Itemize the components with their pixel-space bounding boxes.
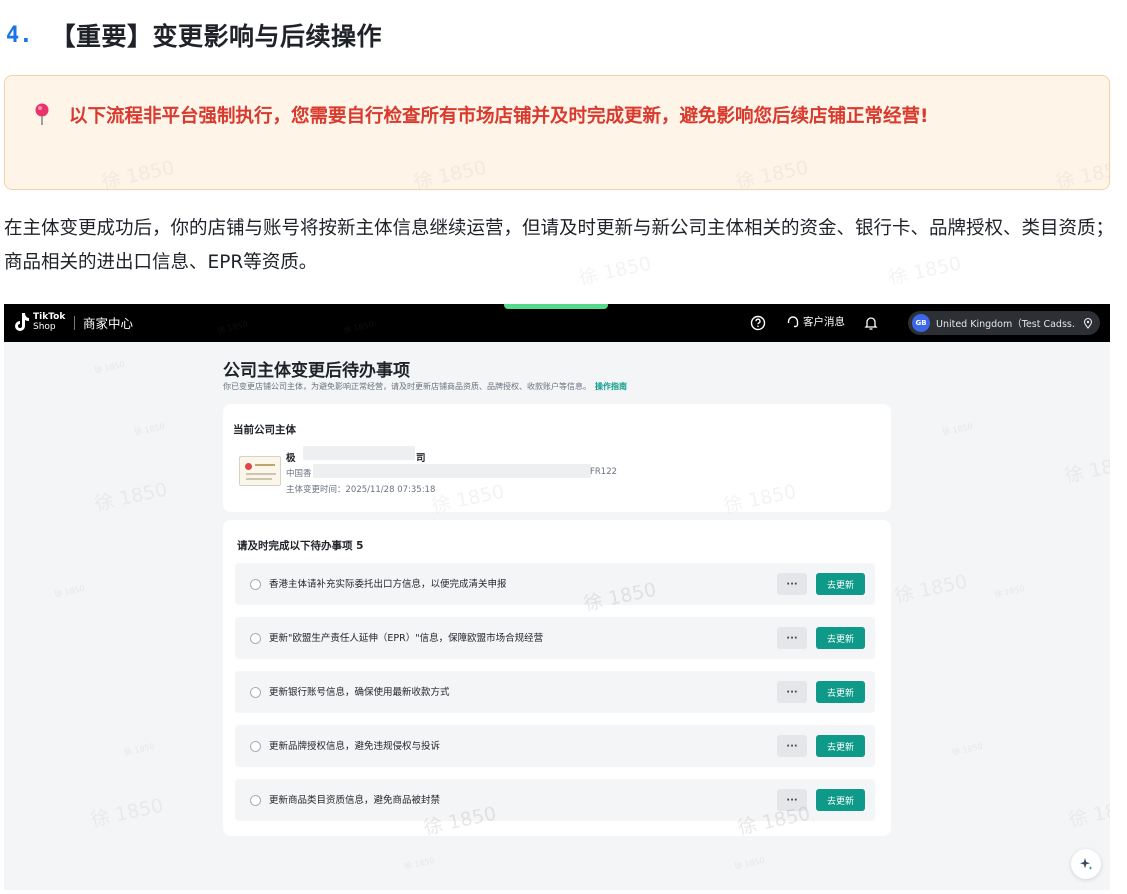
seal-icon — [245, 463, 252, 470]
location-icon — [1083, 317, 1093, 329]
company-name-start: 极 — [286, 453, 296, 464]
watermark: 徐 1850 — [892, 570, 970, 608]
help-icon[interactable] — [749, 314, 767, 332]
watermark: 徐 1850 — [721, 480, 799, 518]
headset-icon — [787, 315, 799, 327]
top-bar-divider — [74, 316, 75, 330]
active-indicator — [504, 304, 608, 309]
todo-card: 请及时完成以下待办事项 5 香港主体请补充实际委托出口方信息，以便完成清关申报 … — [223, 520, 891, 839]
more-button[interactable]: ··· — [777, 573, 807, 595]
todo-radio[interactable] — [250, 795, 261, 806]
logo-brand: TikTok — [33, 312, 66, 322]
more-button[interactable]: ··· — [777, 681, 807, 703]
watermark: 徐 1850 — [429, 480, 507, 518]
store-selector[interactable]: GB United Kingdom（Test Cadss... — [908, 311, 1100, 335]
todo-item: 更新品牌授权信息，避免违规侵权与投诉 ··· 去更新 — [235, 725, 875, 767]
page-title: 公司主体变更后待办事项 — [223, 361, 410, 381]
todo-radio[interactable] — [250, 687, 261, 698]
todo-item: 更新商品类目资质信息，避免商品被封禁 ··· 去更新 — [235, 779, 875, 821]
todo-item: 更新银行账号信息，确保使用最新收款方式 ··· 去更新 — [235, 671, 875, 713]
watermark: 徐 1850 — [941, 421, 974, 438]
bell-icon[interactable] — [862, 314, 880, 332]
section-heading: 4. 【重要】变更影响与后续操作 — [6, 18, 382, 52]
todo-text: 更新品牌授权信息，避免违规侵权与投诉 — [269, 741, 441, 752]
todo-heading: 请及时完成以下待办事项 5 — [237, 540, 364, 552]
todo-item: 香港主体请补充实际委托出口方信息，以便完成清关申报 ··· 去更新 — [235, 563, 875, 605]
watermark: 徐 1850 — [99, 156, 177, 190]
logo-sub: Shop — [33, 322, 56, 332]
avatar: GB — [912, 314, 930, 332]
watermark: 徐 1850 — [53, 583, 86, 600]
guide-link[interactable]: 操作指南 — [595, 382, 627, 391]
watermark: 徐 1850 — [1066, 794, 1110, 832]
warning-callout: 以下流程非平台强制执行，您需要自行检查所有市场店铺并及时完成更新，避免影响您后续… — [4, 75, 1110, 190]
todo-item: 更新"欧盟生产责任人延伸（EPR）"信息，保障欧盟市场合规经营 ··· 去更新 — [235, 617, 875, 659]
more-button[interactable]: ··· — [777, 627, 807, 649]
app-top-bar: TikTok Shop 商家中心 客户消息 GB United Kingdom（… — [4, 304, 1110, 342]
todo-radio[interactable] — [250, 741, 261, 752]
watermark: 徐 1850 — [733, 855, 766, 872]
watermark: 徐 1850 — [403, 855, 436, 872]
ai-assistant-button[interactable] — [1071, 849, 1101, 879]
registration-end: FR122 — [590, 467, 618, 477]
sparkle-icon — [1080, 858, 1093, 870]
more-button[interactable]: ··· — [777, 735, 807, 757]
watermark: 徐 1850 — [733, 156, 811, 190]
tiktok-shop-logo[interactable]: TikTok Shop — [12, 311, 65, 333]
nav-title: 商家中心 — [83, 316, 134, 331]
todo-radio[interactable] — [250, 579, 261, 590]
page-subtitle: 你已变更店铺公司主体，为避免影响正常经营，请及时更新店铺商品资质、品牌授权、收款… — [223, 381, 627, 392]
article-page: 4. 【重要】变更影响与后续操作 以下流程非平台强制执行，您需要自行检查所有市场… — [0, 0, 1127, 894]
tiktok-icon — [15, 313, 29, 331]
update-button[interactable]: 去更新 — [816, 789, 865, 811]
pin-icon — [35, 103, 49, 125]
more-button[interactable]: ··· — [777, 789, 807, 811]
todo-text: 更新"欧盟生产责任人延伸（EPR）"信息，保障欧盟市场合规经营 — [269, 633, 544, 644]
todo-text: 更新商品类目资质信息，避免商品被封禁 — [269, 795, 441, 806]
update-button[interactable]: 去更新 — [816, 627, 865, 649]
customer-messages-button[interactable]: 客户消息 — [786, 314, 845, 329]
callout-text: 以下流程非平台强制执行，您需要自行检查所有市场店铺并及时完成更新，避免影响您后续… — [69, 106, 929, 127]
todo-radio[interactable] — [250, 633, 261, 644]
redaction-block — [313, 464, 591, 478]
customer-messages-label: 客户消息 — [803, 316, 845, 328]
body-paragraph: 在主体变更成功后，你的店铺与账号将按新主体信息继续运营，但请及时更新与新公司主体… — [4, 218, 1115, 273]
update-button[interactable]: 去更新 — [816, 681, 865, 703]
watermark: 徐 1850 — [92, 478, 170, 516]
todo-text: 更新银行账号信息，确保使用最新收款方式 — [269, 687, 450, 698]
current-entity-card: 当前公司主体 极 司 中国香 FR122 主体变更时间：2025/11/28 0… — [223, 404, 891, 517]
license-thumbnail[interactable] — [239, 456, 281, 486]
todo-text: 香港主体请补充实际委托出口方信息，以便完成清关申报 — [269, 579, 507, 590]
entity-card-heading: 当前公司主体 — [233, 424, 296, 436]
store-name: United Kingdom（Test Cadss... — [936, 319, 1076, 330]
watermark: 徐 1850 — [133, 421, 166, 438]
watermark: 徐 1850 — [88, 794, 166, 832]
company-name-end: 司 — [416, 453, 426, 464]
watermark: 徐 1850 — [993, 583, 1026, 600]
watermark: 徐 1850 — [123, 741, 156, 758]
section-title: 【重要】变更影响与后续操作 — [50, 22, 383, 51]
entity-change-time: 主体变更时间：2025/11/28 07:35:18 — [286, 485, 436, 495]
update-button[interactable]: 去更新 — [816, 735, 865, 757]
watermark: 徐 1850 — [1062, 450, 1110, 488]
watermark: 徐 1850 — [93, 359, 126, 376]
redaction-block — [303, 446, 415, 460]
watermark: 徐 1850 — [951, 741, 984, 758]
registration-start: 中国香 — [286, 469, 312, 479]
watermark: 徐 1850 — [411, 156, 489, 190]
embedded-screenshot: TikTok Shop 商家中心 客户消息 GB United Kingdom（… — [4, 304, 1110, 890]
update-button[interactable]: 去更新 — [816, 573, 865, 595]
page-subtitle-text: 你已变更店铺公司主体，为避免影响正常经营，请及时更新店铺商品资质、品牌授权、收款… — [223, 382, 591, 391]
watermark: 徐 1850 — [1053, 156, 1110, 190]
section-number: 4. — [6, 22, 33, 48]
